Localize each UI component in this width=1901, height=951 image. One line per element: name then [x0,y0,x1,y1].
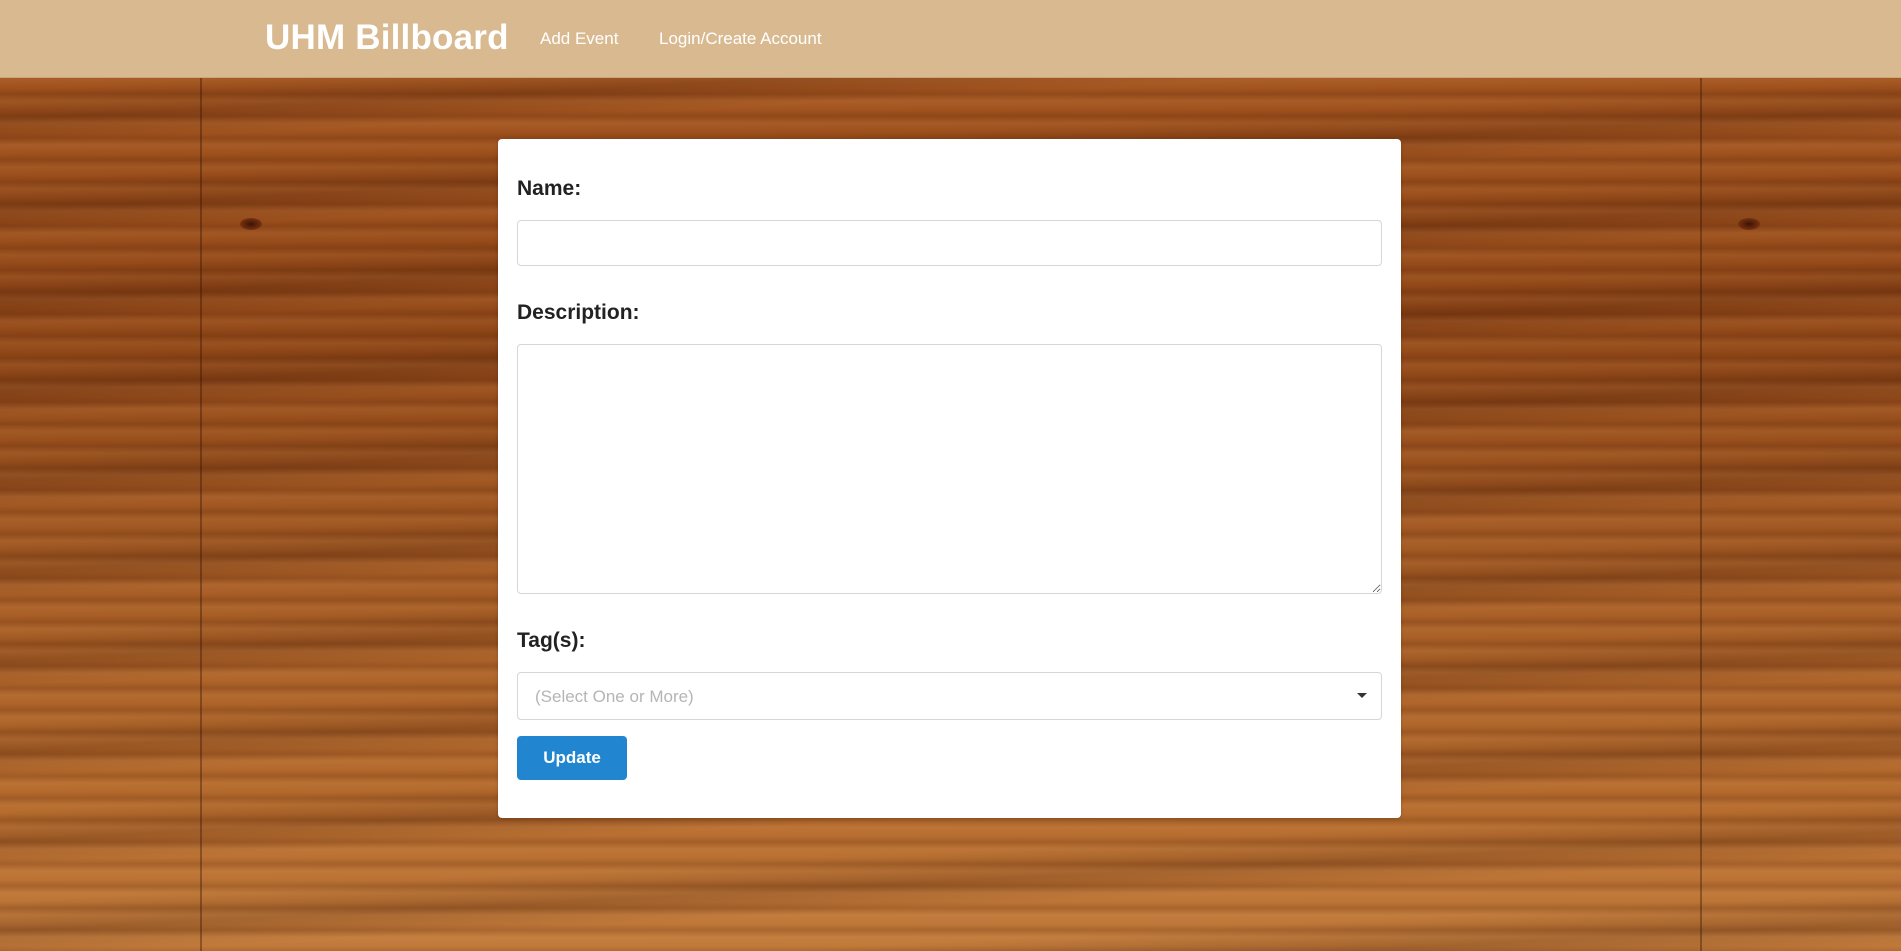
tags-placeholder: (Select One or More) [535,687,694,706]
wood-knot-right [1738,218,1760,230]
description-textarea[interactable] [517,344,1382,594]
top-navbar: UHM Billboard Add Event Login/Create Acc… [0,0,1901,78]
nav-add-event-link[interactable]: Add Event [540,29,618,49]
name-label: Name: [517,177,582,200]
name-input[interactable] [517,220,1382,266]
tags-label: Tag(s): [517,629,586,652]
edit-event-form-card: Name: Description: Tag(s): (Select One o… [498,139,1401,818]
brand-logo-link[interactable]: UHM Billboard [265,18,509,58]
description-label: Description: [517,301,640,324]
wood-seam-right [1700,78,1702,951]
wood-seam-left [200,78,202,951]
wood-knot-left [240,218,262,230]
tags-multiselect-dropdown[interactable]: (Select One or More) [517,672,1382,720]
caret-down-icon [1357,693,1367,698]
nav-login-link[interactable]: Login/Create Account [659,29,822,49]
update-button[interactable]: Update [517,736,627,780]
